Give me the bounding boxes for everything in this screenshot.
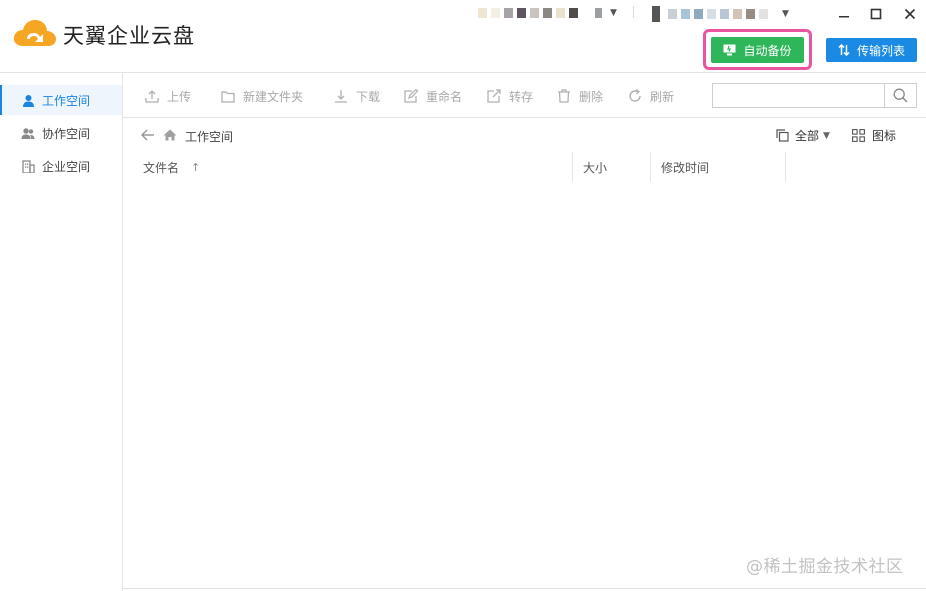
delete-button[interactable]: 删除 [557,87,603,105]
account-name-blurred[interactable]: ▼ [478,6,617,20]
search-box [712,83,917,108]
back-arrow-icon[interactable] [141,129,155,141]
cloud-logo-icon [13,20,56,46]
upload-button[interactable]: 上传 [145,87,191,105]
caret-down-icon: ▼ [823,130,830,141]
sidebar-item-label: 企业空间 [42,159,91,174]
column-divider[interactable] [572,152,573,182]
close-icon[interactable] [899,4,921,24]
user-icon [21,93,35,107]
sidebar-item-enterprise[interactable]: 企业空间 [0,151,122,181]
upload-icon [145,90,159,103]
trash-icon [558,89,570,103]
sidebar-item-label: 协作空间 [42,126,91,141]
sidebar-item-collaboration[interactable]: 协作空间 [0,118,122,148]
refresh-icon [629,89,641,102]
sidebar-item-label: 工作空间 [42,93,91,108]
share-out-icon [487,89,501,103]
maximize-icon[interactable] [865,4,887,24]
search-button[interactable] [884,84,916,107]
column-modified[interactable]: 修改时间 [661,152,709,182]
sort-ascending-icon: ↑ [191,160,201,174]
transfer-list-label: 传输列表 [856,43,905,58]
breadcrumb-current[interactable]: 工作空间 [185,128,233,145]
transfer-list-button[interactable]: 传输列表 [826,38,917,62]
highlight-box: 自动备份 [703,29,812,70]
sidebar-item-workspace[interactable]: 工作空间 [0,85,122,115]
auto-backup-label: 自动备份 [743,43,792,58]
download-button[interactable]: 下载 [334,87,380,105]
title-bar: 天翼企业云盘 ▼ ▼ 自动备份 传输列表 [0,0,926,72]
sidebar: 工作空间 协作空间 企业空间 [0,72,123,591]
copy-icon [776,129,789,142]
divider [123,588,926,589]
filter-label: 全部 [795,129,820,143]
caret-down-icon[interactable]: ▼ [610,8,617,18]
download-icon [335,90,347,103]
watermark-text: @稀土掘金技术社区 [746,557,904,577]
user-info-blurred[interactable]: ▼ [652,6,789,22]
transfer-arrows-icon [838,44,850,56]
column-divider[interactable] [785,152,786,182]
folder-icon [221,90,235,103]
grid-icon [852,129,865,142]
divider [633,6,634,18]
search-icon [893,88,908,103]
column-size[interactable]: 大小 [583,152,607,182]
caret-down-icon[interactable]: ▼ [782,9,789,19]
minimize-icon[interactable] [833,4,855,24]
breadcrumb: 工作空间 全部 ▼ 图标 [123,118,926,152]
search-input[interactable] [713,84,885,107]
users-icon [21,126,35,140]
auto-backup-button[interactable]: 自动备份 [711,37,804,63]
rename-button[interactable]: 重命名 [404,87,462,105]
monitor-icon [723,44,736,56]
view-toggle[interactable]: 图标 [852,127,896,144]
app-title: 天翼企业云盘 [63,24,195,48]
column-filename[interactable]: 文件名 ↑ [143,152,200,182]
edit-icon [404,89,418,103]
column-divider[interactable] [650,152,651,182]
toolbar: 上传 新建文件夹 下载 重命名 转存 删除 刷新 [123,72,926,118]
file-table-header: 文件名 ↑ 大小 修改时间 [123,152,926,182]
new-folder-button[interactable]: 新建文件夹 [221,87,303,105]
view-label: 图标 [872,129,897,143]
save-to-button[interactable]: 转存 [487,87,533,105]
refresh-button[interactable]: 刷新 [628,87,674,105]
building-icon [21,159,35,173]
home-icon[interactable] [163,129,177,141]
filter-dropdown[interactable]: 全部 ▼ [776,127,830,144]
